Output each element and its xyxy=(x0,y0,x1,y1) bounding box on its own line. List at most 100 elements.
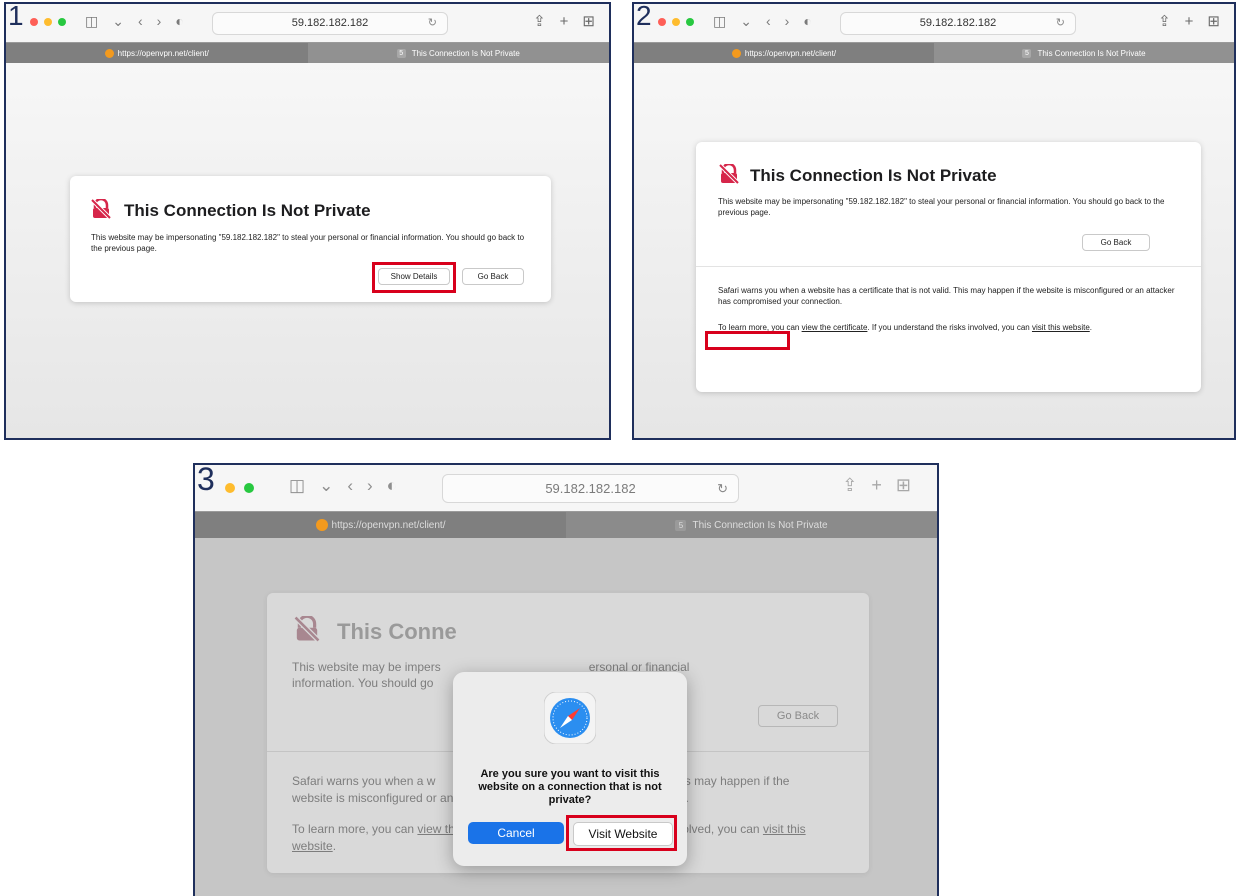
highlight-box xyxy=(566,815,677,851)
lock-slash-icon xyxy=(293,616,321,642)
toolbar-nav: ◫ ⌄ ‹ › ◐ xyxy=(289,476,411,496)
step-1-panel: 1 ◫ ⌄ ‹ › ◐ 59.182.182.182 ↻ ⇪ + ⊞ https://ope… xyxy=(4,2,611,440)
sidebar-icon[interactable]: ◫ xyxy=(713,13,726,30)
minimize-window-button[interactable] xyxy=(225,483,235,493)
lock-slash-icon xyxy=(90,199,112,219)
go-back-button[interactable]: Go Back xyxy=(1082,234,1150,251)
tab-openvpn[interactable]: https://openvpn.net/client/ xyxy=(195,512,566,539)
zoom-window-button[interactable] xyxy=(58,18,66,26)
divider xyxy=(696,266,1201,267)
shield-icon[interactable]: ◐ xyxy=(803,13,811,29)
new-tab-icon[interactable]: + xyxy=(871,475,882,496)
learn-more-middle: . If you understand the risks involved, … xyxy=(867,323,1032,332)
warning-card: This Connection Is Not Private This webs… xyxy=(696,142,1201,392)
share-icon[interactable]: ⇪ xyxy=(1158,12,1171,30)
warning-card: This Connection Is Not Private This webs… xyxy=(70,176,551,302)
new-tab-icon[interactable]: + xyxy=(1185,13,1194,30)
toolbar-actions: ⇪ + ⊞ xyxy=(1144,12,1220,30)
page-content-dimmed: This Conne This website may be impers ers… xyxy=(195,538,937,896)
close-window-button[interactable] xyxy=(30,18,38,26)
window-controls xyxy=(30,18,72,36)
page-title: This Connection Is Not Private xyxy=(124,201,371,220)
minimize-window-button[interactable] xyxy=(44,18,52,26)
tab-badge: 5 xyxy=(396,49,406,59)
chevron-down-icon[interactable]: ⌄ xyxy=(740,13,752,30)
highlight-box xyxy=(372,262,456,293)
go-back-button[interactable]: Go Back xyxy=(462,268,524,285)
tab-overview-icon[interactable]: ⊞ xyxy=(582,12,595,30)
toolbar-actions: ⇪ + ⊞ xyxy=(828,475,911,496)
sidebar-icon[interactable]: ◫ xyxy=(289,476,305,496)
sidebar-icon[interactable]: ◫ xyxy=(85,13,98,30)
details-explanation-right: his may happen if the xyxy=(675,774,790,788)
tab-label: This Connection Is Not Private xyxy=(692,520,828,531)
browser-toolbar: ◫ ⌄ ‹ › ◐ 59.182.182.182 ↻ ⇪ + ⊞ xyxy=(6,4,609,42)
visit-website-link[interactable]: visit this website xyxy=(1032,323,1090,332)
confirm-dialog: Are you sure you want to visit this webs… xyxy=(453,672,687,866)
step-3-panel: 3 ◫ ⌄ ‹ › ◐ 59.182.182.182 ↻ ⇪ + ⊞ https://ope… xyxy=(193,463,939,896)
minimize-window-button[interactable] xyxy=(672,18,680,26)
view-certificate-link[interactable]: view the certificate xyxy=(802,323,868,332)
toolbar-nav: ◫ ⌄ ‹ › ◐ xyxy=(85,13,198,30)
forward-icon[interactable]: › xyxy=(785,13,790,29)
step-number: 3 xyxy=(197,463,215,497)
reload-icon[interactable]: ↻ xyxy=(1056,13,1065,34)
back-icon[interactable]: ‹ xyxy=(766,13,771,29)
page-content: This Connection Is Not Private This webs… xyxy=(634,63,1234,438)
url-text: 59.182.182.182 xyxy=(545,481,636,496)
forward-icon[interactable]: › xyxy=(157,13,162,29)
go-back-button[interactable]: Go Back xyxy=(758,705,838,727)
zoom-window-button[interactable] xyxy=(244,483,254,493)
tab-label: This Connection Is Not Private xyxy=(1037,49,1146,58)
tab-openvpn[interactable]: https://openvpn.net/client/ xyxy=(6,43,308,64)
dialog-question: Are you sure you want to visit this webs… xyxy=(478,768,662,806)
url-text: 59.182.182.182 xyxy=(291,17,369,29)
reload-icon[interactable]: ↻ xyxy=(428,13,437,34)
shield-icon[interactable]: ◐ xyxy=(175,13,183,29)
chevron-down-icon[interactable]: ⌄ xyxy=(319,476,333,496)
tab-label: https://openvpn.net/client/ xyxy=(117,49,209,58)
chevron-down-icon[interactable]: ⌄ xyxy=(112,13,124,30)
cancel-button[interactable]: Cancel xyxy=(468,822,564,844)
safari-compass-icon xyxy=(544,692,596,744)
learn-more-suffix: . xyxy=(1089,323,1092,332)
details-explanation-left: Safari warns you when a w xyxy=(292,774,436,788)
tab-overview-icon[interactable]: ⊞ xyxy=(1207,12,1220,30)
browser-toolbar: ◫ ⌄ ‹ › ◐ 59.182.182.182 ↻ ⇪ + ⊞ xyxy=(195,465,937,511)
tab-badge: 5 xyxy=(1022,49,1032,59)
address-bar[interactable]: 59.182.182.182 ↻ xyxy=(840,12,1076,35)
url-text: 59.182.182.182 xyxy=(919,17,997,29)
toolbar-nav: ◫ ⌄ ‹ › ◐ xyxy=(713,13,826,30)
tab-not-private[interactable]: 5 This Connection Is Not Private xyxy=(307,43,609,64)
warning-message: This website may be impersonating "59.18… xyxy=(91,233,525,253)
warning-message: This website may be impersonating "59.18… xyxy=(718,197,1165,217)
address-bar[interactable]: 59.182.182.182 ↻ xyxy=(442,474,739,503)
tab-bar: https://openvpn.net/client/ 5 This Connec… xyxy=(634,42,1234,64)
tab-not-private[interactable]: 5 This Connection Is Not Private xyxy=(934,43,1234,64)
highlight-box xyxy=(705,331,790,350)
close-window-button[interactable] xyxy=(658,18,666,26)
tab-not-private[interactable]: 5 This Connection Is Not Private xyxy=(566,512,937,539)
share-icon[interactable]: ⇪ xyxy=(842,475,857,496)
browser-toolbar: ◫ ⌄ ‹ › ◐ 59.182.182.182 ↻ ⇪ + ⊞ xyxy=(634,4,1234,42)
learn-more-suffix: . xyxy=(332,839,337,853)
shield-icon[interactable]: ◐ xyxy=(387,476,397,496)
tab-overview-icon[interactable]: ⊞ xyxy=(896,475,911,496)
lock-slash-icon xyxy=(718,164,740,184)
share-icon[interactable]: ⇪ xyxy=(533,12,546,30)
tab-badge: 5 xyxy=(675,519,687,531)
tab-label: This Connection Is Not Private xyxy=(411,49,520,58)
address-bar[interactable]: 59.182.182.182 ↻ xyxy=(212,12,448,35)
back-icon[interactable]: ‹ xyxy=(347,476,353,496)
tab-openvpn[interactable]: https://openvpn.net/client/ xyxy=(634,43,934,64)
reload-icon[interactable]: ↻ xyxy=(717,475,728,502)
step-number: 2 xyxy=(636,2,652,31)
tab-label: https://openvpn.net/client/ xyxy=(744,49,837,58)
zoom-window-button[interactable] xyxy=(686,18,694,26)
step-2-panel: 2 ◫ ⌄ ‹ › ◐ 59.182.182.182 ↻ ⇪ + ⊞ https://ope… xyxy=(632,2,1236,440)
tab-bar: https://openvpn.net/client/ 5 This Connec… xyxy=(195,511,937,539)
forward-icon[interactable]: › xyxy=(367,476,373,496)
new-tab-icon[interactable]: + xyxy=(560,13,569,30)
back-icon[interactable]: ‹ xyxy=(138,13,143,29)
openvpn-icon xyxy=(731,49,741,59)
